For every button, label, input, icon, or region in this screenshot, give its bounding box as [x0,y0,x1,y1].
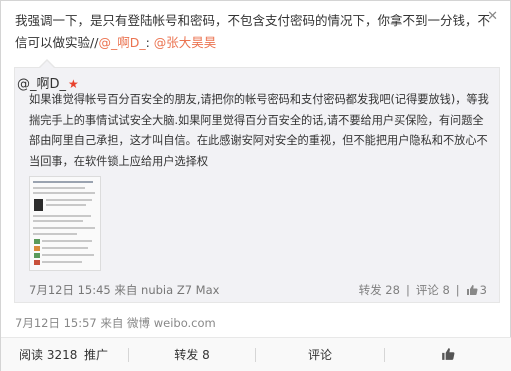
promote-button[interactable]: 推广 [83,338,109,371]
forward-button[interactable]: 转发 8 [129,338,255,371]
quoted-forward-link[interactable]: 转发 28 [359,283,400,297]
quoted-like-count: 3 [479,283,487,297]
separator: | [405,283,410,297]
separator: | [455,283,460,297]
quoted-meta: 7月12日 15:45 来自 nubia Z7 Max [29,283,220,297]
like-button[interactable] [385,338,511,371]
post-text-separator: : [145,35,154,50]
mention-link-a-d[interactable]: @_啊D_ [98,35,145,50]
post-text: 我强调一下，是只有登陆帐号和密码，不包含支付密码的情况下，你拿不到一分钱，不信可… [15,10,499,54]
quoted-like-button[interactable]: 3 [466,283,487,297]
quoted-footer: 7月12日 15:45 来自 nubia Z7 Max 转发 28 | 评论 8 | 3 [29,282,487,298]
post-text-body: 我强调一下，是只有登陆帐号和密码，不包含支付密码的情况下，你拿不到一分钱，不信可… [15,13,491,50]
quoted-text: 如果谁觉得帐号百分百安全的朋友,请把你的帐号密码和支付密码都发我吧(记得要放钱)… [29,93,489,168]
quoted-actions: 转发 28 | 评论 8 | 3 [359,282,487,298]
quoted-comment-link[interactable]: 评论 8 [416,283,450,297]
thumbs-up-icon [442,348,455,360]
verified-badge-icon: ★ [68,77,79,91]
close-icon[interactable]: ✕ [487,10,498,24]
action-bar: 阅读 3218 推广 转发 8 评论 [1,337,511,371]
mention-link-zhang[interactable]: @张大昊昊 [154,35,217,50]
screenshot-thumbnail-icon[interactable] [29,176,101,271]
read-count: 阅读 3218 [19,348,78,362]
post-meta: 7月12日 15:57 来自 微博 weibo.com [15,316,216,330]
quote-pointer-inner [40,60,54,68]
thumbs-up-icon [466,285,478,295]
weibo-post-card: 我强调一下，是只有登陆帐号和密码，不包含支付密码的情况下，你拿不到一分钱，不信可… [0,0,511,371]
comment-button[interactable]: 评论 [256,338,384,371]
